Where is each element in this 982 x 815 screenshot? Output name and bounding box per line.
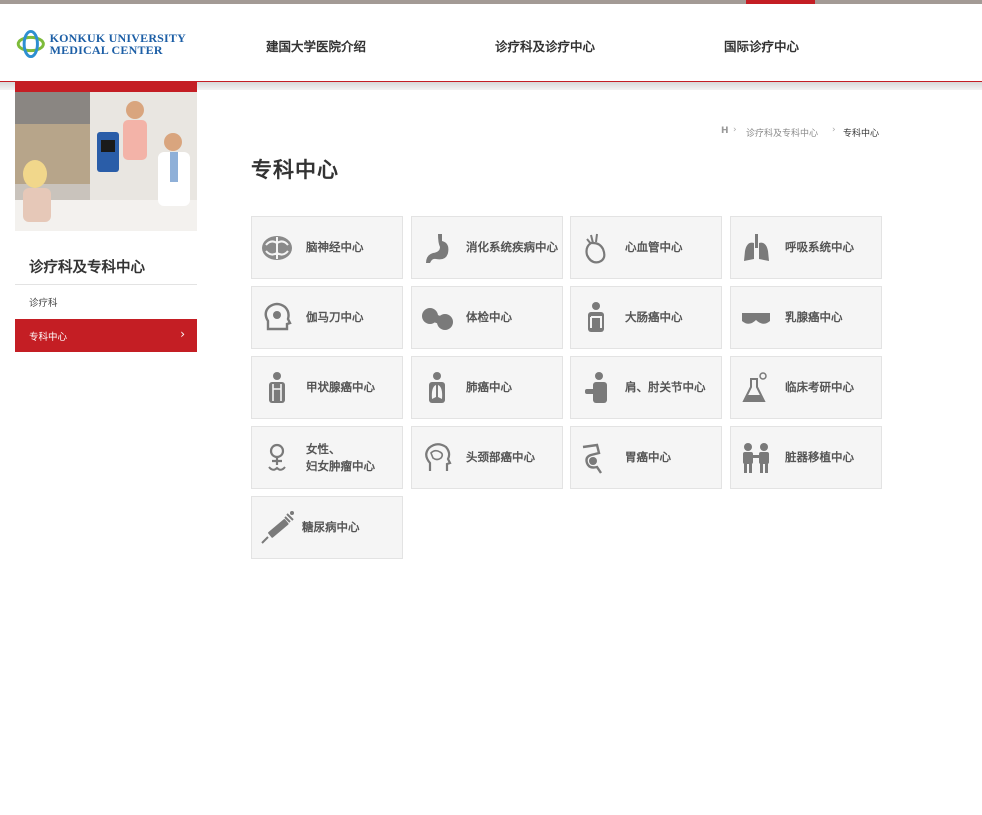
flask-icon	[742, 372, 767, 402]
tile-label: 临床考研中心	[785, 380, 854, 394]
shoulder-icon	[585, 372, 607, 403]
breadcrumb-level-1[interactable]: 诊疗科及专科中心	[746, 126, 818, 139]
tile-label: 呼吸系统中心	[785, 240, 854, 254]
tile-label: 脏器移植中心	[785, 450, 854, 464]
sidebar-item-label: 专科中心	[29, 332, 68, 343]
thyroid-icon	[269, 372, 285, 403]
brain-icon	[262, 236, 292, 260]
sidebar-item-specialty-centers[interactable]: 专科中心 ›	[15, 319, 197, 352]
tile-organ-transplant-center[interactable]: 脏器移植中心	[730, 426, 882, 489]
sidebar-title: 诊疗科及专科中心	[29, 260, 145, 276]
logo[interactable]: KONKUK UNIVERSITY MEDICAL CENTER	[16, 24, 186, 64]
page-title: 专科中心	[251, 158, 339, 182]
tile-neuro-center[interactable]: 脑神经中心	[251, 216, 403, 279]
tile-label: 消化系统疾病中心	[466, 240, 558, 254]
tile-cardio-center[interactable]: 心血管中心	[570, 216, 722, 279]
tile-label: 糖尿病中心	[302, 520, 360, 534]
tile-lung-cancer-center[interactable]: 肺癌中心	[411, 356, 563, 419]
tile-checkup-center[interactable]: 体检中心	[411, 286, 563, 349]
tile-label: 胃癌中心	[625, 450, 671, 464]
breadcrumb-separator: ›	[832, 125, 836, 135]
tile-label: 女性、	[306, 441, 341, 456]
tile-diabetes-center[interactable]: 糖尿病中心	[251, 496, 403, 559]
tile-label: 体检中心	[466, 310, 512, 324]
tile-label: 头颈部癌中心	[466, 450, 535, 464]
tile-label: 肺癌中心	[466, 380, 512, 394]
nav-international[interactable]: 国际诊疗中心	[724, 36, 799, 55]
sidebar-top-bar	[15, 82, 197, 92]
lungs-icon	[744, 234, 769, 261]
gastric-icon	[582, 443, 602, 474]
heart-icon	[585, 233, 606, 264]
head-brain-icon	[425, 443, 452, 471]
tile-shoulder-elbow-center[interactable]: 肩、肘关节中心	[570, 356, 722, 419]
tile-gamma-knife-center[interactable]: 伽马刀中心	[251, 286, 403, 349]
tile-head-neck-center[interactable]: 头颈部癌中心	[411, 426, 563, 489]
tile-clinical-research-center[interactable]: 临床考研中心	[730, 356, 882, 419]
tile-digestive-center[interactable]: 消化系统疾病中心	[411, 216, 563, 279]
tile-label-2: 妇女肿瘤中心	[306, 458, 375, 473]
logo-line-2: MEDICAL CENTER	[49, 43, 163, 57]
lung-body-icon	[429, 372, 445, 403]
people-icon	[743, 443, 769, 473]
bra-icon	[742, 313, 770, 324]
sidebar-item-departments[interactable]: 诊疗科	[29, 295, 58, 309]
chevron-right-icon: ›	[180, 327, 185, 341]
tile-respiratory-center[interactable]: 呼吸系统中心	[730, 216, 882, 279]
tile-label: 乳腺癌中心	[785, 310, 843, 324]
tile-label: 甲状腺癌中心	[306, 380, 375, 394]
nav-departments[interactable]: 诊疗科及诊疗中心	[495, 36, 595, 55]
breadcrumb-separator: ›	[733, 125, 737, 135]
tile-label: 伽马刀中心	[306, 310, 364, 324]
head-icon	[264, 302, 292, 331]
tile-label: 大肠癌中心	[625, 310, 683, 324]
header: KONKUK UNIVERSITY MEDICAL CENTER 建国大学医院介…	[0, 4, 982, 82]
tile-label: 肩、肘关节中心	[625, 380, 706, 394]
sidebar-photo	[15, 92, 197, 231]
tile-gastric-cancer-center[interactable]: 胃癌中心	[570, 426, 722, 489]
tile-breast-cancer-center[interactable]: 乳腺癌中心	[730, 286, 882, 349]
tile-label: 脑神经中心	[306, 240, 364, 254]
nav-hospital-intro[interactable]: 建国大学医院介绍	[266, 36, 366, 55]
breadcrumb-home[interactable]: H	[721, 126, 729, 136]
colon-icon	[588, 302, 604, 332]
breadcrumb-level-2: 专科中心	[843, 129, 880, 139]
syringe-icon	[261, 511, 294, 544]
tile-colon-cancer-center[interactable]: 大肠癌中心	[570, 286, 722, 349]
logo-mark-icon	[16, 29, 45, 59]
tile-women-oncology-center[interactable]: 女性、 妇女肿瘤中心	[251, 426, 403, 489]
capsule-icon	[422, 308, 453, 330]
stomach-icon	[426, 234, 449, 263]
female-icon	[268, 443, 286, 471]
sidebar-divider	[15, 284, 197, 285]
tile-label: 心血管中心	[625, 240, 683, 254]
tile-thyroid-center[interactable]: 甲状腺癌中心	[251, 356, 403, 419]
